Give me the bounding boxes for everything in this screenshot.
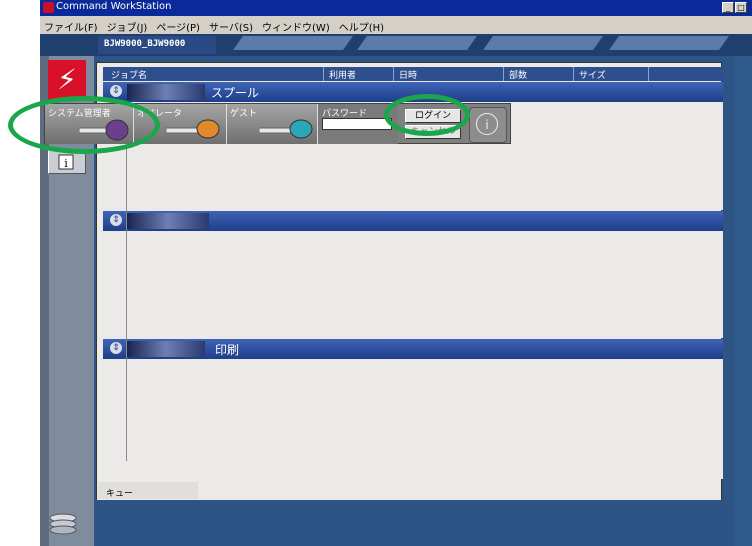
minimize-button[interactable]: _ [722,2,734,13]
highlight-login-ellipse [384,94,470,136]
print-banner-image [127,341,205,357]
maximize-button[interactable]: □ [735,2,747,13]
operator-key-icon [166,119,220,139]
password-input[interactable] [322,118,392,130]
tab-decoration [483,36,603,50]
col-copies[interactable]: 部数 [509,68,527,81]
collapse-arrow-icon[interactable]: ⇕ [110,342,122,354]
col-datetime[interactable]: 日時 [399,68,417,81]
menu-job[interactable]: ジョブ(J) [103,16,153,34]
title-bar: Command WorkStation _ □ [40,0,752,16]
menu-server[interactable]: サーバ(S) [205,16,258,34]
role-guest[interactable]: ゲスト [227,104,318,144]
hold-section-bar: ⇕ [103,211,723,231]
queue-tab[interactable]: キュー [98,482,198,499]
guest-key-icon [259,119,313,139]
bottom-band [96,500,722,540]
print-section-title: 印刷 [215,343,240,357]
spool-banner-image [127,84,205,100]
info-icon: i [476,113,498,135]
efi-logo-icon: ⚡ [48,60,86,100]
tab-decoration [357,36,477,50]
col-job-name[interactable]: ジョブ名 [111,68,147,81]
disk-stack-icon[interactable] [46,512,80,538]
menu-file[interactable]: ファイル(F) [40,16,103,34]
app-icon [43,2,54,13]
highlight-admin-ellipse [8,96,160,154]
role-label: ゲスト [230,109,258,119]
column-divider [126,131,127,461]
hold-list[interactable] [103,231,723,338]
menu-window[interactable]: ウィンドウ(W) [258,16,335,34]
menu-bar: ファイル(F) ジョブ(J) ページ(P) サーバ(S) ウィンドウ(W) ヘル… [40,16,752,34]
column-header: ジョブ名 利用者 日時 部数 サイズ [103,67,723,81]
collapse-arrow-icon[interactable]: ⇕ [110,85,122,97]
window-title: Command WorkStation [56,1,172,12]
print-section-bar: ⇕ 印刷 [103,339,723,359]
col-size[interactable]: サイズ [579,68,606,81]
info-button[interactable]: i [469,107,507,143]
hold-banner-image [127,213,209,229]
menu-help[interactable]: ヘルプ(H) [335,16,389,34]
svg-text:i: i [64,157,68,170]
menu-page[interactable]: ページ(P) [152,16,205,34]
tab-decoration [233,36,353,50]
collapse-arrow-icon[interactable]: ⇕ [110,214,122,226]
print-list[interactable] [103,359,723,479]
server-tab[interactable]: BJW9000_BJW9000 [98,36,216,54]
right-scrollbar[interactable] [735,56,752,546]
col-user[interactable]: 利用者 [329,68,356,81]
spool-section-title: スプール [211,86,260,100]
tab-decoration [609,36,729,50]
